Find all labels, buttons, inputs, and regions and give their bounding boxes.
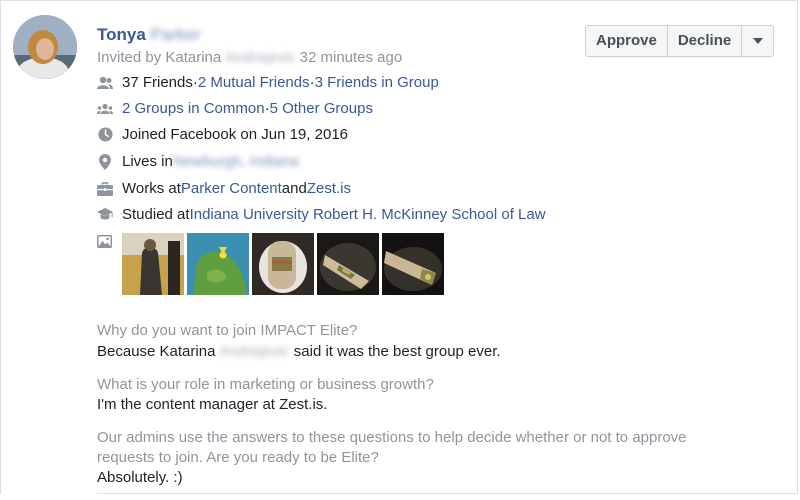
works-row: Works at Parker Content and Zest.is [97, 180, 351, 197]
last-name-blurred: Parker [150, 25, 201, 44]
invited-by: Invited by Katarina Andrejevic 32 minute… [97, 49, 402, 66]
answer-2: I'm the content manager at Zest.is. [97, 396, 328, 413]
photos-row [97, 233, 447, 295]
location-pin-icon [97, 153, 113, 170]
avatar[interactable] [13, 15, 77, 79]
joined-row: Joined Facebook on Jun 19, 2016 [97, 126, 348, 143]
answer-1: Because Katarina Andrejevic said it was … [97, 342, 501, 362]
groups-row: 2 Groups in Common · 5 Other Groups [97, 100, 373, 117]
school-link[interactable]: Indiana University Robert H. McKinney Sc… [190, 206, 546, 223]
lives-place-blurred[interactable]: Newburgh, Indiana [173, 153, 299, 170]
question-3: Our admins use the answers to these ques… [97, 428, 757, 468]
studied-prefix: Studied at [122, 206, 190, 223]
work-link-parker-content[interactable]: Parker Content [181, 180, 282, 197]
lives-prefix: Lives in [122, 153, 173, 170]
question-1: Why do you want to join IMPACT Elite? [97, 322, 358, 339]
invited-prefix: Invited by Katarina [97, 49, 222, 66]
briefcase-icon [97, 181, 113, 197]
lives-row: Lives in Newburgh, Indiana [97, 153, 299, 170]
friends-in-group-link[interactable]: 3 Friends in Group [315, 74, 439, 91]
more-options-button[interactable] [741, 26, 773, 56]
friends-icon [97, 75, 113, 91]
member-request-card: Tonya Parker Invited by Katarina Andreje… [0, 0, 798, 494]
caret-down-icon [752, 38, 763, 44]
question-3-line-1: Our admins use the answers to these ques… [97, 429, 687, 446]
first-name[interactable]: Tonya [97, 25, 146, 44]
approve-button[interactable]: Approve [586, 26, 667, 56]
graduation-cap-icon [97, 207, 113, 223]
inviter-last-name-blurred: Andrejevic [225, 49, 296, 66]
work-link-zest[interactable]: Zest.is [307, 180, 351, 197]
studied-row: Studied at Indiana University Robert H. … [97, 206, 546, 223]
photo-thumbnail[interactable] [187, 233, 249, 295]
question-3-line-2: requests to join. Are you ready to be El… [97, 449, 379, 466]
photo-thumbnails [122, 233, 447, 295]
answer-1-prefix: Because Katarina [97, 343, 220, 360]
photo-thumbnail[interactable] [382, 233, 444, 295]
friends-count: 37 Friends [122, 74, 193, 91]
request-actions: Approve Decline [585, 25, 775, 57]
photo-thumbnail[interactable] [317, 233, 379, 295]
groups-icon [97, 101, 113, 117]
joined-text: Joined Facebook on Jun 19, 2016 [122, 126, 349, 143]
mutual-friends-link[interactable]: 2 Mutual Friends [198, 74, 310, 91]
member-name[interactable]: Tonya Parker [97, 25, 201, 45]
answer-1-blurred-name: Andrejevic [219, 343, 290, 360]
answer-1-suffix: said it was the best group ever. [289, 343, 501, 360]
decline-button[interactable]: Decline [666, 26, 741, 56]
clock-icon [97, 127, 113, 143]
photo-thumbnail[interactable] [122, 233, 184, 295]
works-and: and [281, 180, 307, 197]
photo-icon [97, 235, 113, 251]
photo-thumbnail[interactable] [252, 233, 314, 295]
question-2: What is your role in marketing or busine… [97, 376, 434, 393]
friends-row: 37 Friends · 2 Mutual Friends · 3 Friend… [97, 74, 439, 91]
answer-3: Absolutely. :) [97, 469, 183, 486]
groups-in-common-link[interactable]: 2 Groups in Common [122, 100, 265, 117]
invited-time[interactable]: 32 minutes ago [300, 49, 403, 66]
divider [97, 493, 797, 494]
other-groups-link[interactable]: 5 Other Groups [270, 100, 373, 117]
works-prefix: Works at [122, 180, 181, 197]
